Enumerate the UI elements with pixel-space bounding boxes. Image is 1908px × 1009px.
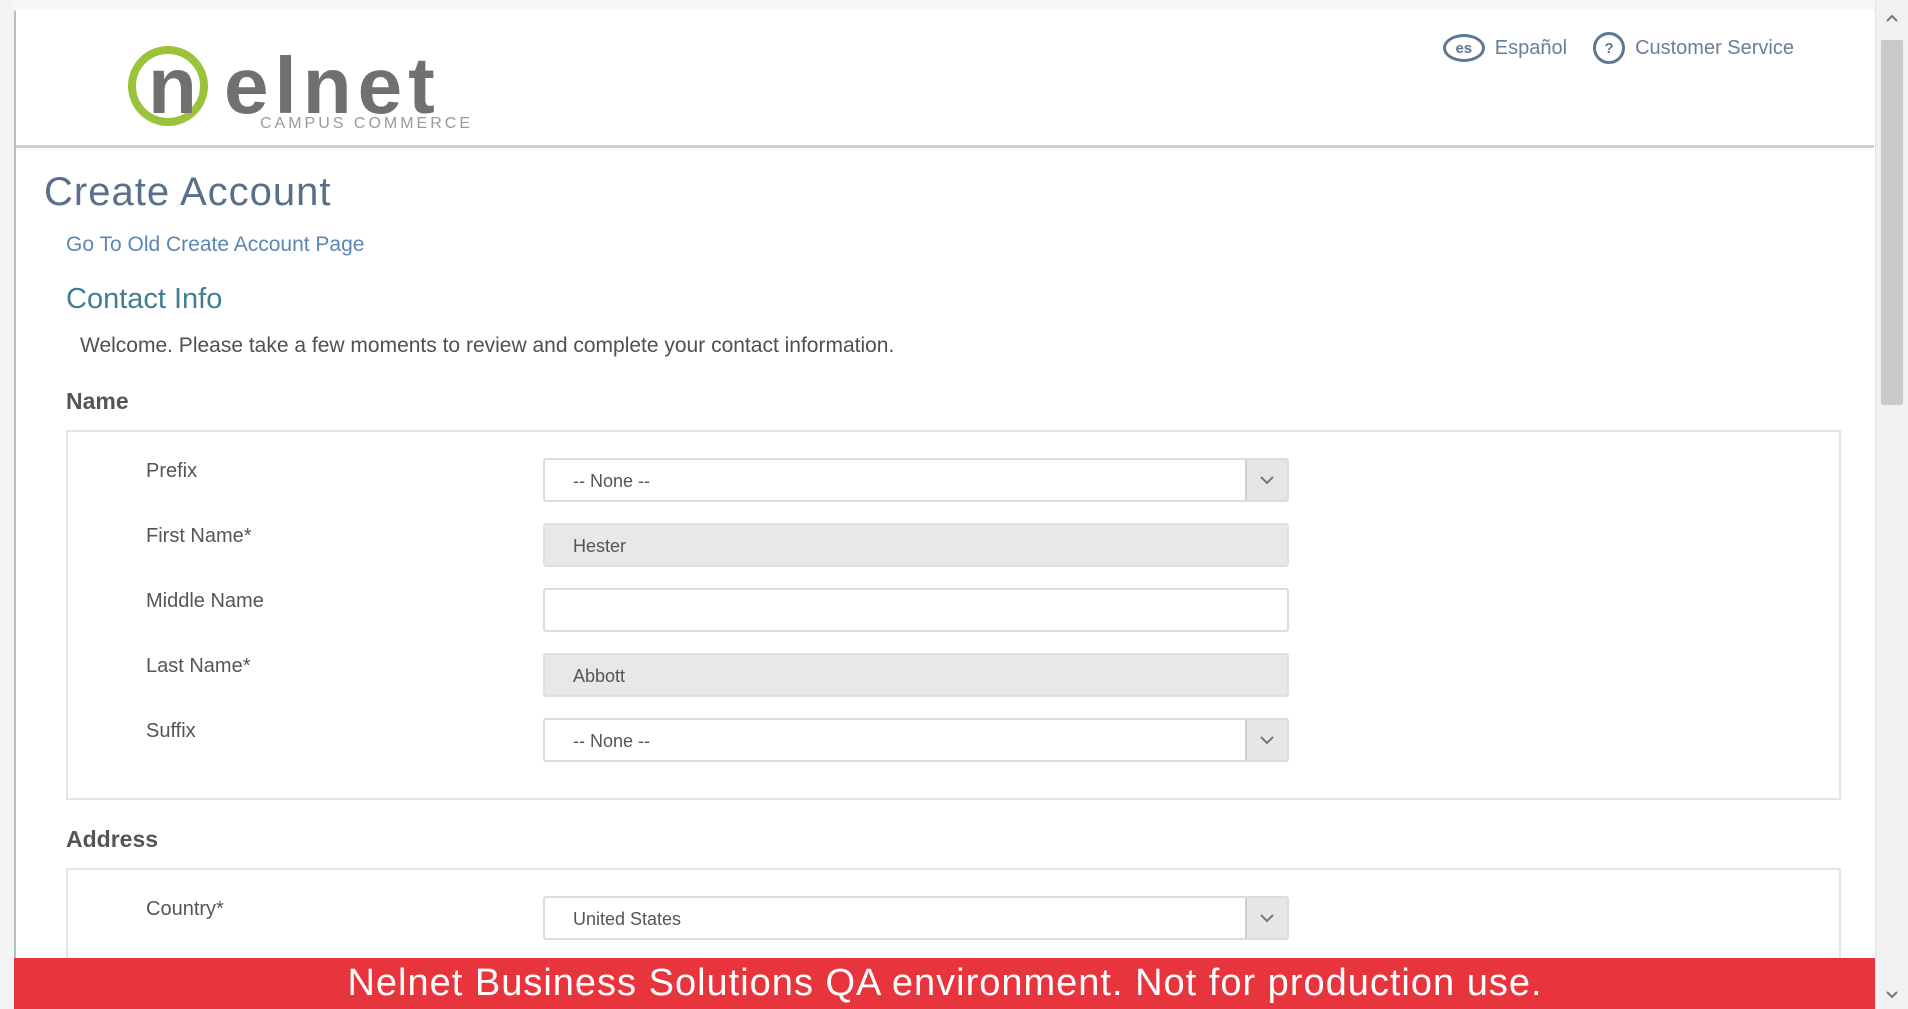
suffix-row: Suffix -- None -- xyxy=(68,718,1839,762)
prefix-value: -- None -- xyxy=(573,471,651,491)
middle-name-field[interactable] xyxy=(543,588,1289,632)
qa-environment-banner: Nelnet Business Solutions QA environment… xyxy=(14,958,1876,1009)
language-link[interactable]: es Español xyxy=(1442,34,1568,62)
prefix-label: Prefix xyxy=(146,460,198,482)
customer-service-link[interactable]: ? Customer Service xyxy=(1593,32,1794,64)
suffix-label: Suffix xyxy=(146,720,196,742)
country-label: Country* xyxy=(146,898,224,920)
customer-service-label: Customer Service xyxy=(1635,36,1794,59)
welcome-text: Welcome. Please take a few moments to re… xyxy=(80,334,895,357)
help-icon: ? xyxy=(1593,32,1626,64)
language-icon: es xyxy=(1442,34,1485,62)
logo-wordmark: nelnetn xyxy=(148,41,199,130)
country-row: Country* United States xyxy=(68,896,1839,940)
vertical-scrollbar[interactable] xyxy=(1875,0,1908,1009)
section-title: Contact Info xyxy=(66,283,223,315)
logo-subtitle: CAMPUS COMMERCE xyxy=(260,115,474,132)
page-title: Create Account xyxy=(44,170,332,214)
first-name-value: Hester xyxy=(573,536,627,556)
name-panel: Prefix -- None -- First Name* Hester Mid… xyxy=(66,430,1841,800)
first-name-field[interactable]: Hester xyxy=(543,523,1289,567)
prefix-select[interactable]: -- None -- xyxy=(543,458,1289,502)
scroll-up-icon[interactable] xyxy=(1876,8,1908,28)
top-nav: es Español ? Customer Service xyxy=(1442,32,1794,64)
middle-name-label: Middle Name xyxy=(146,590,264,612)
first-name-label: First Name* xyxy=(146,525,252,547)
last-name-row: Last Name* Abbott xyxy=(68,653,1839,697)
language-label: Español xyxy=(1494,36,1568,59)
last-name-value: Abbott xyxy=(573,666,626,686)
last-name-field[interactable]: Abbott xyxy=(543,653,1289,697)
name-group-label: Name xyxy=(66,388,129,414)
scrollbar-thumb[interactable] xyxy=(1881,40,1903,405)
first-name-row: First Name* Hester xyxy=(68,523,1839,567)
site-header: nelnetn elnet CAMPUS COMMERCE es Español… xyxy=(16,10,1874,148)
scroll-down-icon[interactable] xyxy=(1876,985,1908,1005)
dropdown-caret-icon[interactable] xyxy=(1245,720,1287,760)
old-create-account-link[interactable]: Go To Old Create Account Page xyxy=(66,233,364,257)
suffix-value: -- None -- xyxy=(573,731,651,751)
middle-name-row: Middle Name xyxy=(68,588,1839,632)
country-select[interactable]: United States xyxy=(543,896,1289,940)
window-left-edge xyxy=(0,0,16,1009)
banner-text: Nelnet Business Solutions QA environment… xyxy=(347,962,1543,1004)
prefix-row: Prefix -- None -- xyxy=(68,458,1839,502)
dropdown-caret-icon[interactable] xyxy=(1245,898,1287,938)
suffix-select[interactable]: -- None -- xyxy=(543,718,1289,762)
address-group-label: Address xyxy=(66,826,159,852)
dropdown-caret-icon[interactable] xyxy=(1245,460,1287,500)
last-name-label: Last Name* xyxy=(146,655,251,677)
country-value: United States xyxy=(573,909,682,929)
